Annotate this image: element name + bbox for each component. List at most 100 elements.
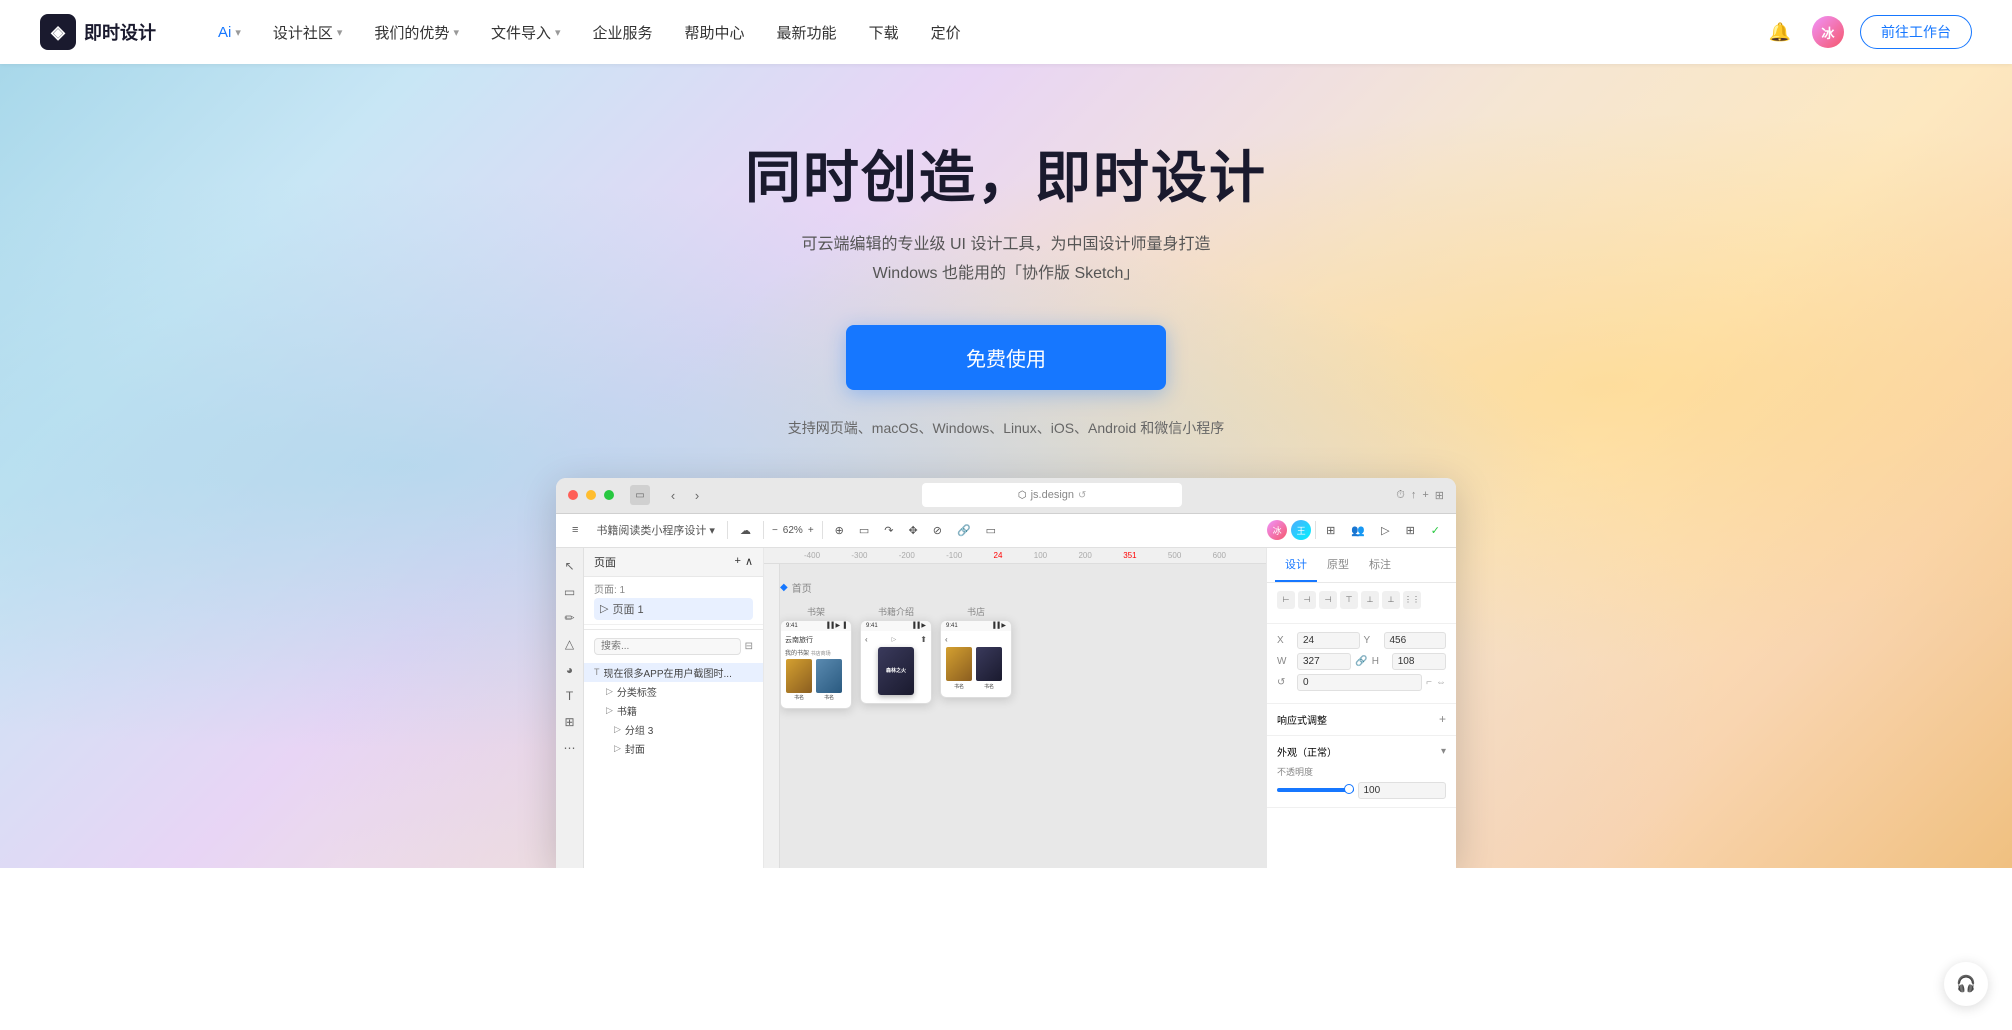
toolbar-check-btn[interactable]: ✓ [1425,521,1446,540]
browser-square-btn[interactable]: ▭ [630,485,650,505]
opacity-value[interactable]: 100 [1358,782,1447,799]
y-label: Y [1364,635,1380,646]
phone-statusbar-1: 9:41 ▐▐ ▶ ▐ [781,621,851,631]
sidebar-icon-pen[interactable]: ✏ [560,608,580,628]
toolbar-menu-btn[interactable]: ≡ [566,521,584,539]
tool-rotate[interactable]: ↷ [878,521,899,540]
tree-item-2[interactable]: ▷ 分类标签 [584,682,763,701]
browser-maximize-dot[interactable] [604,490,614,500]
search-input[interactable] [594,638,741,655]
tool-comment[interactable]: 🔗 [951,521,977,540]
nav-item-enterprise[interactable]: 企业服务 [579,16,667,49]
layers-add-icon[interactable]: + [735,555,741,568]
rotation-value[interactable]: 0 [1297,674,1422,691]
nav-item-community[interactable]: 设计社区 ▾ [259,16,357,49]
browser-grid-icon[interactable]: ⊞ [1435,489,1444,502]
align-right[interactable]: ⊣ [1319,591,1337,609]
nav-item-ai[interactable]: Ai ▾ [204,18,255,47]
browser-address-bar[interactable]: ⬡ js.design ↺ [922,483,1182,507]
align-bottom[interactable]: ⊥ [1382,591,1400,609]
tool-select[interactable]: ⊕ [829,521,850,540]
panel-tab-annotation[interactable]: 标注 [1359,548,1401,582]
toolbar-filename[interactable]: 书籍阅读类小程序设计 ▾ [590,519,721,541]
x-value[interactable]: 24 [1297,632,1360,649]
panel-tab-design[interactable]: 设计 [1275,548,1317,582]
browser-download-icon[interactable]: ↑ [1411,489,1417,501]
browser-forward-btn[interactable]: › [686,484,708,506]
book-cover-content: 森林之火 [886,668,906,675]
align-left[interactable]: ⊢ [1277,591,1295,609]
featured-book-cover: 森林之火 [878,647,914,695]
distribute[interactable]: ⋮⋮ [1403,591,1421,609]
phone-frame-1[interactable]: 9:41 ▐▐ ▶ ▐ 云南旅行 我的书架 书店商场 [780,620,852,709]
bell-icon[interactable]: 🔔 [1764,16,1796,48]
float-help-button[interactable]: 🎧 [1944,962,1988,1006]
lock-ratio-icon[interactable]: 🔗 [1355,656,1367,667]
toolbar-image-btn[interactable]: ⊞ [1320,521,1341,540]
appearance-chevron[interactable]: ▾ [1441,746,1446,757]
sidebar-icon-text[interactable]: T [560,686,580,706]
opacity-slider-thumb[interactable] [1344,784,1354,794]
nav-item-pricing[interactable]: 定价 [917,16,975,49]
opacity-slider[interactable] [1277,788,1354,792]
tree-item-1[interactable]: T 现在很多APP在用户截图时... [584,663,763,682]
page-item-1[interactable]: ▷ 页面 1 [594,598,753,620]
free-use-button[interactable]: 免费使用 [846,325,1166,390]
browser-close-dot[interactable] [568,490,578,500]
responsive-label: 响应式调整 [1277,712,1327,727]
nav-logo[interactable]: ◈ 即时设计 [40,14,156,50]
tree-item-3[interactable]: ▷ 书籍 [584,701,763,720]
browser-plus-icon[interactable]: + [1422,489,1428,501]
toolbar-play-btn[interactable]: ▷ [1375,521,1395,540]
tool-frame[interactable]: ▭ [853,521,875,540]
nav-item-import[interactable]: 文件导入 ▾ [477,16,575,49]
nav-item-download[interactable]: 下载 [855,16,913,49]
sidebar-icon-image[interactable]: ⊞ [560,712,580,732]
sidebar-icon-more[interactable]: ⋯ [560,738,580,758]
tree-item-4[interactable]: ▷ 分组 3 [584,720,763,739]
browser-minimize-dot[interactable] [586,490,596,500]
browser-back-btn[interactable]: ‹ [662,484,684,506]
align-top[interactable]: ⊤ [1340,591,1358,609]
sidebar-icon-shape[interactable]: △ [560,634,580,654]
ai-chevron: ▾ [235,26,241,39]
responsive-add-icon[interactable]: + [1439,712,1446,726]
tool-share[interactable]: ▭ [980,521,1002,540]
phone-book-item-3a: 书名 [945,647,973,690]
app-canvas[interactable]: -400 -300 -200 -100 24 100 200 351 500 6… [764,548,1266,868]
browser-share-icon[interactable]: ⏱ [1396,489,1405,502]
ruler-labels: -400 -300 -200 -100 24 100 200 351 500 6… [764,551,1266,560]
panel-wh-row: W 327 🔗 H 108 [1277,653,1446,670]
goto-workspace-button[interactable]: 前往工作台 [1860,15,1972,49]
tool-link[interactable]: ⊘ [927,521,948,540]
align-center-h[interactable]: ⊣ [1298,591,1316,609]
nav-download-label: 下载 [869,22,899,43]
phone-book-item-2: 书名 [815,659,843,701]
panel-tab-prototype[interactable]: 原型 [1317,548,1359,582]
url-text: js.design [1031,489,1074,501]
toolbar-collab-btn[interactable]: 👥 [1345,521,1371,540]
sidebar-icon-cursor[interactable]: ↖ [560,556,580,576]
zoom-plus[interactable]: + [806,525,816,536]
tree-icon-t: T [594,667,600,677]
flip-icon[interactable]: ⇔ [1436,677,1446,688]
w-value[interactable]: 327 [1297,653,1351,670]
nav-item-new[interactable]: 最新功能 [763,16,851,49]
phone-frame-3[interactable]: 9:41 ▐▐ ▶ ‹ [940,620,1012,698]
zoom-minus[interactable]: − [770,525,780,536]
tree-item-5[interactable]: ▷ 封面 [584,739,763,758]
toolbar-mode-btn[interactable]: ☁ [734,521,757,540]
toolbar-export-btn[interactable]: ⊞ [1400,521,1421,540]
layers-collapse-icon[interactable]: ∧ [745,555,753,568]
sidebar-icon-blob[interactable]: ◕ [560,660,580,680]
align-center-v[interactable]: ⊥ [1361,591,1379,609]
phone-frame-2[interactable]: 9:41 ▐▐ ▶ ‹ ▷ ⬆ [860,620,932,704]
h-value[interactable]: 108 [1392,653,1446,670]
nav-item-help[interactable]: 帮助中心 [671,16,759,49]
filter-icon[interactable]: ⊟ [745,641,753,652]
tree-icon-folder-2: ▷ [606,686,613,697]
nav-item-advantages[interactable]: 我们的优势 ▾ [360,16,473,49]
sidebar-icon-frame[interactable]: ▭ [560,582,580,602]
y-value[interactable]: 456 [1384,632,1447,649]
tool-hand[interactable]: ✥ [903,521,924,540]
